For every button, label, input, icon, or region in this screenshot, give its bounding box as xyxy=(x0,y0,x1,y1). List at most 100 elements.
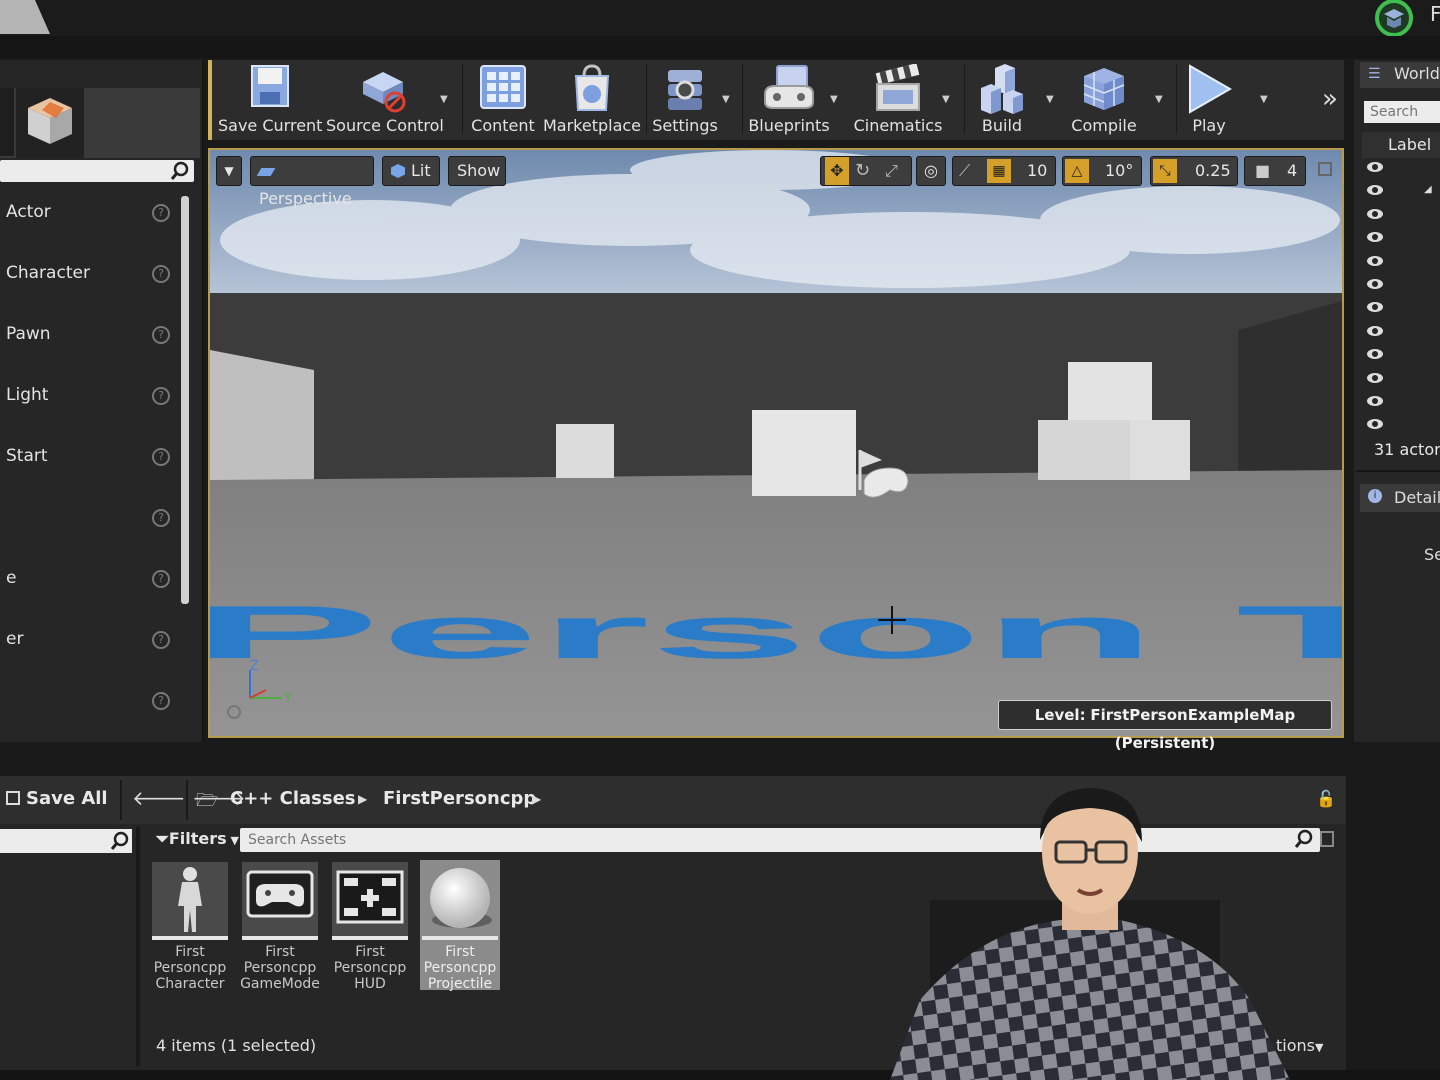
sources-search-input[interactable] xyxy=(0,829,132,853)
chevron-down-icon: ▼ xyxy=(1314,1041,1324,1054)
breadcrumb-firstpersoncpp[interactable]: FirstPersoncpp xyxy=(383,788,536,809)
maximize-viewport-icon[interactable] xyxy=(1318,162,1332,176)
blueprints-button[interactable]: Blueprints xyxy=(746,60,832,138)
help-icon[interactable]: ? xyxy=(152,448,170,466)
category-tab-recent[interactable] xyxy=(0,88,14,156)
toolbar-overflow-icon[interactable]: » xyxy=(1322,84,1338,114)
help-icon[interactable]: ? xyxy=(152,631,170,649)
settings-button[interactable]: Settings xyxy=(648,60,722,138)
breadcrumb-chevron-icon[interactable]: ▶ xyxy=(532,792,541,806)
axis-y-label: Y xyxy=(283,691,292,706)
breadcrumb-chevron-icon[interactable]: ▶ xyxy=(358,792,367,806)
divider xyxy=(186,780,188,820)
blueprints-dropdown-icon[interactable]: ▼ xyxy=(830,94,838,105)
place-actor-item[interactable]: Pawn xyxy=(6,324,51,344)
camera-speed-button[interactable]: ■ 4 xyxy=(1244,156,1306,186)
help-icon[interactable]: ? xyxy=(152,570,170,588)
play-dropdown-icon[interactable]: ▼ xyxy=(1260,94,1268,105)
divider xyxy=(0,36,1440,58)
translate-icon[interactable]: ✥ xyxy=(825,157,849,185)
asset-tile-gamemode[interactable]: First Personcpp GameMode xyxy=(240,860,320,992)
asset-tile-character[interactable]: First Personcpp Character xyxy=(150,860,230,992)
marketplace-button[interactable]: Marketplace xyxy=(542,60,642,138)
lock-icon[interactable]: 🔓 xyxy=(1316,789,1336,808)
surface-snap-icon[interactable]: ⟋ xyxy=(959,157,970,185)
cinematics-button[interactable]: Cinematics xyxy=(852,60,944,138)
back-arrow-icon[interactable]: 🡐 xyxy=(132,786,186,810)
save-current-button[interactable]: Save Current xyxy=(218,60,322,138)
grid-snap-icon[interactable]: ▦ xyxy=(987,159,1011,183)
save-all-button[interactable]: Save All xyxy=(6,788,108,809)
actor-count: 31 actors xyxy=(1374,440,1440,459)
place-actor-item[interactable]: e xyxy=(6,568,16,588)
place-actor-item[interactable]: Light xyxy=(6,385,48,405)
level-viewport[interactable]: Person T Z Y xyxy=(208,148,1344,738)
perspective-label: Perspective xyxy=(259,189,352,208)
scale-snap-value[interactable]: 0.25 xyxy=(1195,157,1231,185)
viewport-scene[interactable]: Person T Z Y xyxy=(210,150,1344,738)
asset-thumbnail xyxy=(242,862,318,936)
world-local-toggle[interactable]: ◎ xyxy=(916,156,946,186)
grid-snap-value[interactable]: 10 xyxy=(1027,157,1047,185)
compile-dropdown-icon[interactable]: ▼ xyxy=(1155,94,1163,105)
help-icon[interactable]: ? xyxy=(152,509,170,527)
place-actor-item[interactable]: Character xyxy=(6,263,90,283)
settings-label: Settings xyxy=(652,116,718,135)
help-icon[interactable]: ? xyxy=(152,387,170,405)
build-dropdown-icon[interactable]: ▼ xyxy=(1046,94,1054,105)
rotation-snap-icon[interactable]: △ xyxy=(1065,159,1089,183)
visibility-eye-icon[interactable] xyxy=(1367,279,1383,289)
perspective-button[interactable]: Perspective xyxy=(250,156,374,208)
place-actor-item[interactable]: er xyxy=(6,629,23,649)
content-button[interactable]: Content xyxy=(466,60,540,138)
lit-button[interactable]: Lit xyxy=(382,156,440,186)
help-icon[interactable]: ? xyxy=(152,204,170,222)
place-actor-item[interactable]: Actor xyxy=(6,202,51,222)
camera-icon: ■ xyxy=(1255,161,1271,180)
place-actor-item[interactable]: Start xyxy=(6,446,48,466)
compile-button[interactable]: Compile xyxy=(1064,60,1144,138)
build-button[interactable]: Build xyxy=(966,60,1038,138)
visibility-eye-icon[interactable] xyxy=(1367,372,1383,383)
place-actors-search-input[interactable] xyxy=(0,160,194,182)
source-control-button[interactable]: Source Control xyxy=(326,60,444,138)
visibility-eye-icon[interactable] xyxy=(1367,162,1383,172)
visibility-eye-icon[interactable] xyxy=(1367,325,1383,336)
asset-tile-hud[interactable]: First Personcpp HUD xyxy=(330,860,410,992)
scale-icon[interactable]: ⤢ xyxy=(885,157,898,185)
hud-icon xyxy=(336,870,404,924)
play-button[interactable]: Play xyxy=(1178,60,1240,138)
visibility-eye-icon[interactable] xyxy=(1367,208,1383,219)
expand-arrow-icon[interactable]: ◢ xyxy=(1424,184,1432,195)
help-icon[interactable]: ? xyxy=(152,692,170,710)
visibility-eye-icon[interactable] xyxy=(1367,255,1383,266)
source-control-dropdown-icon[interactable]: ▼ xyxy=(440,94,448,105)
filters-button[interactable]: ⏷Filters ▼ xyxy=(156,829,239,849)
place-actors-scrollbar[interactable] xyxy=(181,196,189,604)
help-icon[interactable]: ? xyxy=(152,265,170,283)
asset-tile-projectile[interactable]: First Personcpp Projectile xyxy=(420,860,500,992)
filter-icon: ⏷ xyxy=(156,829,169,848)
history-nav: 🡐 🡒 xyxy=(132,786,246,810)
folder-icon: 🗁 xyxy=(196,790,219,811)
divider xyxy=(120,780,122,820)
save-search-icon[interactable] xyxy=(1320,831,1334,847)
help-icon[interactable]: ? xyxy=(152,326,170,344)
viewport-options-dropdown[interactable]: ▼ xyxy=(216,156,242,186)
rotation-snap-value[interactable]: 10° xyxy=(1105,157,1133,185)
category-tab-basic[interactable] xyxy=(16,88,84,158)
scale-snap-icon[interactable]: ⤡ xyxy=(1153,159,1177,183)
save-icon xyxy=(6,791,20,805)
settings-dropdown-icon[interactable]: ▼ xyxy=(722,94,730,105)
world-outliner-tab-label: World xyxy=(1394,64,1440,83)
show-button[interactable]: Show xyxy=(448,156,506,186)
world-outliner-search-input[interactable] xyxy=(1364,101,1440,123)
axis-z-label: Z xyxy=(250,659,259,674)
rotate-icon[interactable]: ↻ xyxy=(855,157,870,185)
breadcrumb-cpp-classes[interactable]: C++ Classes xyxy=(230,788,356,809)
floor-text: Person T xyxy=(210,591,1344,674)
source-control-status-icon[interactable] xyxy=(1372,0,1416,36)
compile-label: Compile xyxy=(1071,116,1137,135)
visibility-eye-icon[interactable] xyxy=(1367,396,1383,406)
cinematics-dropdown-icon[interactable]: ▼ xyxy=(942,94,950,105)
